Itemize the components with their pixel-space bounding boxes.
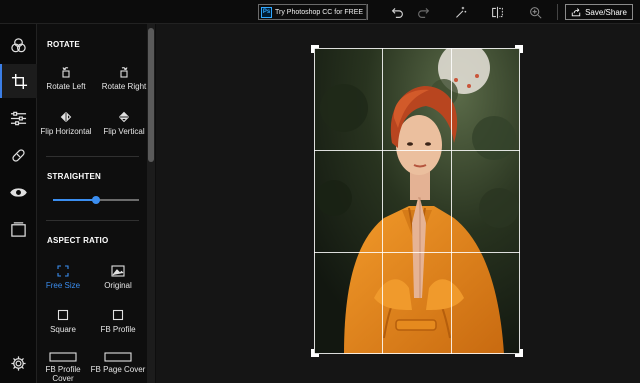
- rail-item-themes[interactable]: [0, 28, 37, 62]
- crop-grid-line: [314, 252, 520, 253]
- rotate-section-title: ROTATE: [47, 40, 80, 49]
- crop-tool-panel: ROTATE Rotate Left Rotate Right Flip Hor…: [37, 24, 156, 383]
- fb-profile-cover-label: FB Profile Cover: [45, 365, 81, 383]
- save-share-label: Save/Share: [585, 7, 627, 17]
- aspect-free-size-button[interactable]: Free Size: [37, 265, 91, 290]
- crop-handle-bottom-left[interactable]: [311, 349, 319, 357]
- crop-grid-line: [382, 48, 383, 354]
- crop-icon: [11, 73, 28, 89]
- fb-page-cover-label: FB Page Cover: [90, 365, 146, 374]
- flip-horizontal-icon: [60, 112, 72, 122]
- crop-handle-bottom-right[interactable]: [515, 349, 523, 357]
- straighten-slider[interactable]: [53, 196, 139, 204]
- straighten-slider-thumb[interactable]: [92, 196, 100, 204]
- aspect-fb-page-cover-button[interactable]: FB Page Cover: [90, 352, 146, 374]
- rail-item-red-eye[interactable]: [0, 175, 37, 209]
- flip-horizontal-label: Flip Horizontal: [40, 127, 92, 136]
- panel-scrollbar[interactable]: [147, 24, 155, 383]
- photoshop-promo-label: Try Photoshop CC for FREE: [275, 8, 364, 16]
- crop-border: [314, 353, 520, 354]
- bandage-icon: [12, 148, 25, 162]
- frame-icon: [11, 221, 26, 237]
- rotate-right-button[interactable]: Rotate Right: [96, 66, 152, 91]
- rotate-right-label: Rotate Right: [101, 82, 147, 91]
- image-icon: [111, 265, 125, 277]
- flip-vertical-label: Flip Vertical: [103, 127, 145, 136]
- save-share-button[interactable]: Save/Share: [565, 4, 633, 20]
- fb-profile-label: FB Profile: [100, 325, 136, 334]
- aspect-square-button[interactable]: Square: [37, 309, 91, 334]
- aspect-original-button[interactable]: Original: [90, 265, 146, 290]
- undo-icon[interactable]: [389, 4, 405, 20]
- top-toolbar: Ps Try Photoshop CC for FREE Save/Share: [0, 0, 640, 24]
- crop-handle-top-left[interactable]: [311, 45, 319, 53]
- toolbar-divider: [557, 4, 558, 20]
- photo-image: [314, 48, 520, 354]
- rail-item-crop[interactable]: [0, 64, 37, 98]
- canvas-area: [156, 24, 640, 383]
- rail-item-borders[interactable]: [0, 212, 37, 246]
- straighten-section-title: STRAIGHTEN: [47, 172, 101, 181]
- redo-icon[interactable]: [415, 4, 431, 20]
- rotate-left-button[interactable]: Rotate Left: [38, 66, 94, 91]
- panel-scrollbar-thumb[interactable]: [148, 28, 154, 162]
- share-icon: [571, 8, 581, 17]
- portrait-photo: [314, 48, 520, 354]
- rotate-right-icon: [120, 67, 128, 78]
- circles-icon: [11, 37, 26, 52]
- square-icon: [57, 309, 69, 321]
- gear-icon: [11, 355, 26, 371]
- flip-vertical-button[interactable]: Flip Vertical: [96, 111, 152, 136]
- photoshop-promo-button[interactable]: Ps Try Photoshop CC for FREE: [258, 4, 369, 20]
- flip-horizontal-button[interactable]: Flip Horizontal: [38, 111, 94, 136]
- crop-grid-line: [451, 48, 452, 354]
- flip-vertical-icon: [119, 111, 129, 123]
- rail-item-heal[interactable]: [0, 138, 37, 172]
- fb-profile-cover-icon: [49, 352, 77, 362]
- crop-grid-line: [314, 150, 520, 151]
- auto-fix-icon[interactable]: [452, 4, 468, 20]
- zoom-icon[interactable]: [527, 4, 543, 20]
- crop-border: [314, 48, 520, 49]
- free-size-label: Free Size: [45, 281, 81, 290]
- aspect-fb-profile-cover-button[interactable]: FB Profile Cover: [37, 352, 91, 383]
- fb-page-cover-icon: [104, 352, 132, 362]
- rail-item-settings[interactable]: [0, 346, 37, 380]
- compare-icon[interactable]: [489, 4, 505, 20]
- fb-profile-icon: [112, 309, 124, 321]
- toolbar-divider: [366, 4, 367, 20]
- photoshop-logo-icon: Ps: [261, 6, 272, 18]
- crop-border: [314, 48, 315, 354]
- eye-icon: [10, 187, 27, 197]
- rail-item-adjustments[interactable]: [0, 101, 37, 135]
- section-divider: [46, 220, 139, 221]
- sliders-icon: [10, 111, 27, 125]
- aspect-fb-profile-button[interactable]: FB Profile: [90, 309, 146, 334]
- free-size-icon: [57, 265, 69, 277]
- rotate-left-icon: [62, 67, 70, 78]
- tool-rail: [0, 24, 37, 383]
- aspect-ratio-section-title: ASPECT RATIO: [47, 236, 109, 245]
- section-divider: [46, 156, 139, 157]
- straighten-slider-fill: [53, 199, 96, 201]
- square-label: Square: [50, 325, 76, 334]
- crop-border: [519, 48, 520, 354]
- original-label: Original: [104, 281, 132, 290]
- rotate-left-label: Rotate Left: [46, 82, 86, 91]
- crop-handle-top-right[interactable]: [515, 45, 523, 53]
